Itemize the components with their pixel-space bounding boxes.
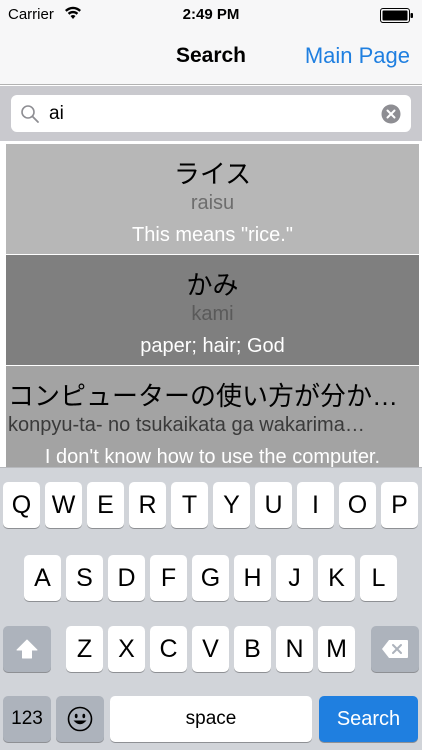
result-meaning: I don't know how to use the computer. [44, 446, 381, 467]
shift-icon [16, 639, 38, 659]
key-t[interactable]: T [171, 482, 208, 528]
result-item[interactable]: ライス raisu This means "rice." [6, 144, 419, 254]
search-key[interactable]: Search [319, 696, 418, 742]
key-h[interactable]: H [234, 555, 271, 601]
key-x[interactable]: X [108, 626, 145, 672]
status-bar: Carrier 2:49 PM [0, 0, 422, 30]
search-bar: ai [0, 86, 422, 141]
key-k[interactable]: K [318, 555, 355, 601]
key-n[interactable]: N [276, 626, 313, 672]
key-s[interactable]: S [66, 555, 103, 601]
key-m[interactable]: M [318, 626, 355, 672]
key-d[interactable]: D [108, 555, 145, 601]
main-page-button[interactable]: Main Page [305, 43, 410, 69]
keyboard: Q W E R T Y U I O P A S D F G H J K L Z … [0, 467, 422, 750]
backspace-key[interactable] [371, 626, 419, 672]
key-q[interactable]: Q [3, 482, 40, 528]
key-j[interactable]: J [276, 555, 313, 601]
result-romaji: konpyu-ta- no tsukaikata ga wakarima… [8, 414, 365, 436]
emoji-key[interactable] [56, 696, 104, 742]
result-romaji: kami [191, 303, 234, 325]
results-list: ライス raisu This means "rice." かみ kami pap… [0, 141, 422, 467]
backspace-icon [382, 640, 408, 658]
search-input[interactable]: ai [11, 95, 411, 132]
search-input-value: ai [49, 103, 64, 124]
result-meaning: paper; hair; God [140, 335, 285, 357]
key-a[interactable]: A [24, 555, 61, 601]
key-o[interactable]: O [339, 482, 376, 528]
result-japanese: コンピューターの使い方が分かり… [8, 381, 419, 411]
navigation-bar: Search Main Page [0, 30, 422, 85]
result-japanese: ライス [173, 159, 252, 189]
result-item[interactable]: コンピューターの使い方が分かり… konpyu-ta- no tsukaikat… [6, 366, 419, 467]
key-i[interactable]: I [297, 482, 334, 528]
key-c[interactable]: C [150, 626, 187, 672]
key-p[interactable]: P [381, 482, 418, 528]
key-r[interactable]: R [129, 482, 166, 528]
key-f[interactable]: F [150, 555, 187, 601]
numbers-key[interactable]: 123 [3, 696, 51, 742]
shift-key[interactable] [3, 626, 51, 672]
emoji-icon [67, 706, 93, 732]
key-y[interactable]: Y [213, 482, 250, 528]
key-b[interactable]: B [234, 626, 271, 672]
key-u[interactable]: U [255, 482, 292, 528]
key-g[interactable]: G [192, 555, 229, 601]
space-key[interactable]: space [110, 696, 312, 742]
clear-icon[interactable] [381, 104, 401, 124]
result-item[interactable]: かみ kami paper; hair; God [6, 255, 419, 365]
key-w[interactable]: W [45, 482, 82, 528]
result-japanese: かみ [186, 270, 239, 300]
result-meaning: This means "rice." [132, 224, 293, 246]
key-e[interactable]: E [87, 482, 124, 528]
battery-icon [380, 8, 413, 23]
key-z[interactable]: Z [66, 626, 103, 672]
key-v[interactable]: V [192, 626, 229, 672]
result-romaji: raisu [190, 192, 235, 214]
search-icon [21, 105, 39, 123]
key-l[interactable]: L [360, 555, 397, 601]
status-time: 2:49 PM [182, 6, 240, 23]
